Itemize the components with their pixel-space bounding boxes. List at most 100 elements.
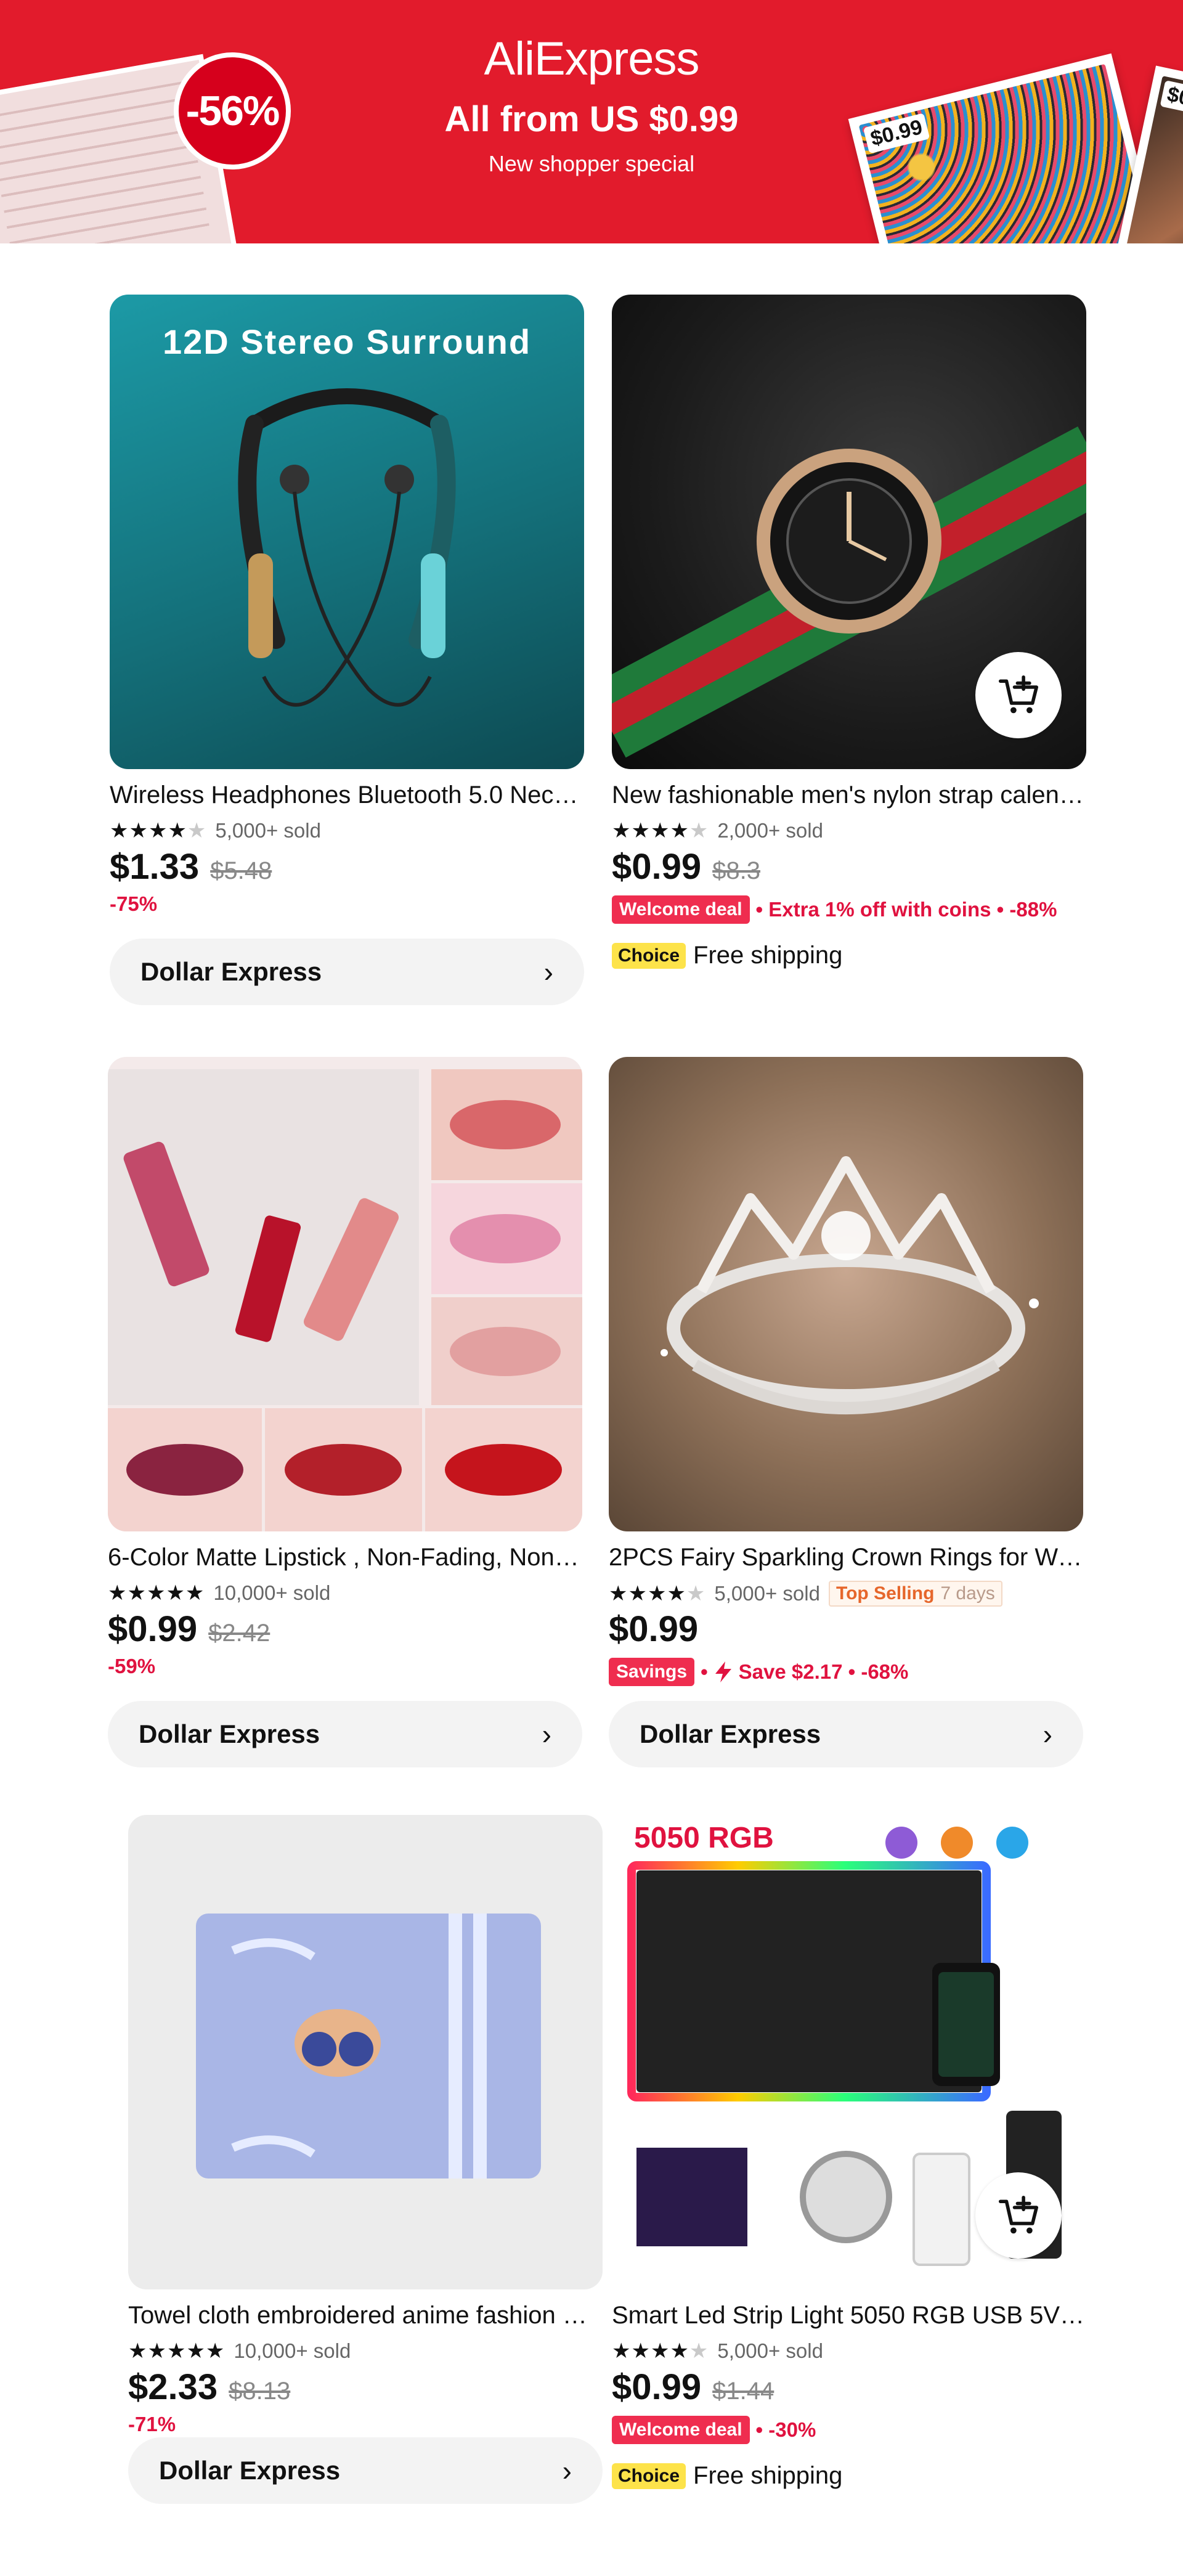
welcome-deal-badge: Welcome deal (612, 2416, 750, 2444)
rating-row: ★★★★★ 5,000+ sold Top Selling 7 days (609, 1581, 1002, 1607)
deal-text: • -30% (755, 2418, 816, 2441)
deal-text: Save $2.17 • -68% (738, 1660, 909, 1683)
original-price: $5.48 (210, 857, 272, 884)
deal-row: Welcome deal • -30% (612, 2416, 816, 2444)
choice-badge: Choice (612, 2463, 686, 2489)
lipstick-collage (108, 1069, 582, 1531)
shipping-text: Free shipping (693, 942, 843, 969)
star-rating-icon: ★★★★★ (612, 2339, 709, 2363)
lightning-icon (715, 1661, 731, 1682)
current-price: $0.99 (108, 1609, 198, 1649)
original-price: $8.13 (229, 2378, 291, 2405)
current-price: $0.99 (612, 2367, 702, 2407)
price-row: $1.33 $5.48 (110, 846, 272, 887)
sold-count: 2,000+ sold (717, 819, 823, 842)
product-title[interactable]: Wireless Headphones Bluetooth 5.0 Neckba… (110, 781, 584, 809)
add-to-cart-button[interactable] (975, 652, 1062, 738)
shipping-row: Choice Free shipping (612, 942, 842, 969)
original-price: $2.42 (208, 1620, 270, 1647)
star-rating-icon: ★★★★★ (612, 819, 709, 842)
product-image[interactable] (609, 1057, 1083, 1531)
product-title[interactable]: 6-Color Matte Lipstick , Non-Fading, Non… (108, 1544, 582, 1571)
discount-percent: -71% (128, 2413, 176, 2435)
chevron-right-icon: › (1043, 1718, 1052, 1750)
discount-percent: -59% (108, 1655, 156, 1677)
product-title[interactable]: Smart Led Strip Light 5050 RGB USB 5V Bl… (612, 2302, 1086, 2329)
dollar-express-button[interactable]: Dollar Express › (108, 1701, 582, 1767)
product-title[interactable]: Towel cloth embroidered anime fashion wa… (128, 2302, 603, 2329)
dot-separator: • (701, 1660, 708, 1683)
rating-row: ★★★★★ 5,000+ sold (612, 2339, 823, 2363)
image-headline: 12D Stereo Surround (162, 322, 532, 361)
current-price: $1.33 (110, 847, 200, 887)
chevron-right-icon: › (543, 956, 553, 988)
product-card[interactable]: 5050 RGB Smart Led Strip Light 5050 RGB … (612, 1815, 1086, 2524)
headphones-illustration (238, 388, 456, 707)
dollar-express-button[interactable]: Dollar Express › (609, 1701, 1083, 1767)
original-price: $8.3 (712, 857, 761, 884)
price-row: $0.99 $1.44 (612, 2366, 774, 2408)
rating-row: ★★★★★ 10,000+ sold (108, 1581, 330, 1605)
top-selling-days: 7 days (940, 1583, 995, 1604)
dollar-express-label: Dollar Express (640, 1719, 821, 1748)
sold-count: 5,000+ sold (714, 1582, 820, 1605)
top-selling-label: Top Selling (835, 1583, 935, 1604)
product-image[interactable]: 12D Stereo Surround (110, 295, 584, 769)
product-card[interactable]: New fashionable men's nylon strap calend… (612, 295, 1086, 1003)
rating-row: ★★★★★ 2,000+ sold (612, 818, 823, 843)
choice-badge: Choice (612, 942, 686, 969)
star-rating-icon: ★★★★★ (128, 2339, 226, 2363)
chevron-right-icon: › (562, 2455, 572, 2487)
star-rating-icon: ★★★★★ (108, 1581, 205, 1605)
rating-row: ★★★★★ 5,000+ sold (110, 818, 321, 843)
dollar-express-label: Dollar Express (139, 1719, 320, 1748)
current-price: $2.33 (128, 2367, 218, 2407)
dollar-express-button[interactable]: Dollar Express › (128, 2437, 603, 2504)
top-selling-badge: Top Selling 7 days (828, 1581, 1002, 1607)
welcome-deal-badge: Welcome deal (612, 895, 750, 924)
image-headline: 5050 RGB (634, 1822, 774, 1854)
sold-count: 5,000+ sold (717, 2339, 823, 2362)
rating-row: ★★★★★ 10,000+ sold (128, 2339, 351, 2363)
price-row: $0.99 $2.42 (108, 1608, 270, 1650)
current-price: $0.99 (612, 847, 702, 887)
dollar-express-button[interactable]: Dollar Express › (110, 939, 584, 1005)
promo-banner[interactable]: -56% AliExpress All from US $0.99 New sh… (0, 0, 1183, 243)
towel-wallet-illustration (196, 1914, 541, 2179)
price-row: $0.99 (609, 1608, 698, 1650)
product-card[interactable]: Towel cloth embroidered anime fashion wa… (128, 1815, 603, 2524)
sold-count: 10,000+ sold (213, 1581, 331, 1604)
product-image[interactable] (612, 295, 1086, 769)
product-image[interactable]: 5050 RGB (612, 1815, 1086, 2289)
promo-product-image (858, 63, 1150, 243)
shipping-row: Choice Free shipping (612, 2462, 842, 2490)
product-card[interactable]: 2PCS Fairy Sparkling Crown Rings for Wom… (609, 1057, 1083, 1767)
deal-row: Welcome deal • Extra 1% off with coins •… (612, 895, 1057, 924)
add-to-cart-button[interactable] (975, 2172, 1062, 2259)
product-title[interactable]: New fashionable men's nylon strap calend… (612, 781, 1086, 809)
price-row: $0.99 $8.3 (612, 846, 760, 887)
price-row: $2.33 $8.13 (128, 2366, 290, 2408)
sold-count: 10,000+ sold (234, 2339, 351, 2362)
chevron-right-icon: › (542, 1718, 551, 1750)
add-to-cart-icon (998, 675, 1039, 714)
dollar-express-label: Dollar Express (140, 957, 322, 986)
sold-count: 5,000+ sold (215, 819, 321, 842)
savings-badge: Savings (609, 1658, 695, 1686)
star-rating-icon: ★★★★★ (609, 1582, 706, 1605)
star-rating-icon: ★★★★★ (110, 819, 207, 842)
product-card[interactable]: 12D Stereo Surround Wireless Headphones … (110, 295, 584, 1005)
product-card[interactable]: 6-Color Matte Lipstick , Non-Fading, Non… (108, 1057, 582, 1767)
product-image[interactable] (128, 1815, 603, 2289)
original-price: $1.44 (712, 2378, 774, 2405)
current-price: $0.99 (609, 1609, 699, 1649)
dollar-express-label: Dollar Express (159, 2456, 341, 2485)
deal-row: Savings • Save $2.17 • -68% (609, 1658, 908, 1686)
crown-ring-illustration (661, 1156, 1039, 1414)
deal-text: • Extra 1% off with coins • -88% (755, 898, 1057, 921)
aliexpress-logo[interactable]: AliExpress (0, 32, 1183, 86)
product-title[interactable]: 2PCS Fairy Sparkling Crown Rings for Wom… (609, 1544, 1083, 1571)
product-image[interactable] (108, 1057, 582, 1531)
shipping-text: Free shipping (693, 2462, 843, 2489)
discount-percent: -75% (110, 892, 158, 915)
